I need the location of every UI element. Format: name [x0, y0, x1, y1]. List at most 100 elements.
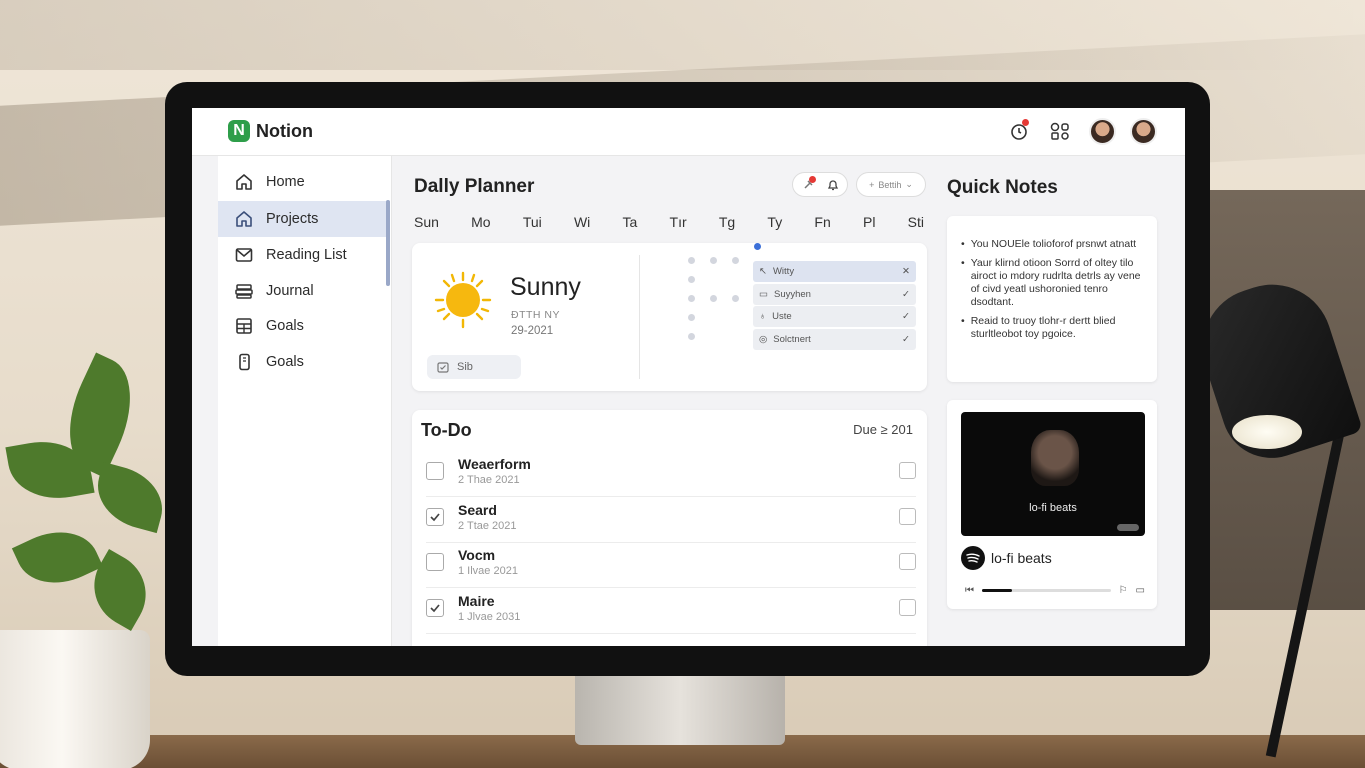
- row-checkbox[interactable]: [899, 462, 916, 479]
- bell-icon[interactable]: [826, 178, 840, 192]
- check-icon[interactable]: ✓: [902, 289, 910, 300]
- todo-date: 1 Jlvae 2031: [458, 610, 521, 623]
- note-text: Reaid to truoy tlohr-r dertt blied sturl…: [970, 315, 1116, 340]
- list-item[interactable]: ▭ Suyyhen ✓: [753, 283, 916, 305]
- checkbox[interactable]: [426, 507, 444, 526]
- progress-bar[interactable]: [982, 588, 1111, 592]
- sidebar-item-label: Goals: [266, 354, 304, 370]
- row-checkbox[interactable]: [899, 553, 916, 570]
- todo-row[interactable]: Seard 2 Ttae 2021: [426, 498, 916, 543]
- todo-date: 2 Thae 2021: [458, 474, 520, 486]
- filter-label: Bettih: [878, 179, 902, 190]
- row-checkbox[interactable]: [899, 598, 916, 616]
- notification-badge: [1022, 119, 1029, 126]
- user-avatar[interactable]: [1130, 117, 1157, 145]
- row-checkbox[interactable]: [899, 507, 916, 525]
- plant-leaf: [89, 461, 171, 534]
- day-label[interactable]: Mo: [471, 214, 490, 230]
- status-dot: [688, 257, 695, 264]
- status-dot: [688, 276, 695, 283]
- check-icon: [430, 603, 440, 612]
- list-item[interactable]: ♁ Uste ✓: [753, 306, 916, 327]
- sidebar-item-label: Home: [266, 174, 305, 190]
- list-item[interactable]: ◎ Solctnert ✓: [753, 328, 916, 350]
- list-item-label: Suyyhen: [773, 288, 811, 300]
- flag-icon[interactable]: ⚐: [1119, 585, 1128, 596]
- spotify-icon[interactable]: [961, 546, 985, 570]
- sidebar-item-goals-2[interactable]: Goals: [218, 344, 390, 380]
- day-label[interactable]: Ty: [767, 214, 782, 230]
- day-label[interactable]: Tır: [670, 214, 687, 230]
- table-icon: [236, 318, 252, 334]
- plus-icon: +: [869, 179, 875, 190]
- day-label[interactable]: Pl: [863, 214, 875, 230]
- sidebar-item-journal[interactable]: Journal: [218, 273, 390, 309]
- user-avatar[interactable]: [1089, 117, 1116, 145]
- check-icon[interactable]: ✓: [902, 311, 910, 322]
- day-label[interactable]: Tui: [523, 214, 542, 230]
- note-item[interactable]: • You NOUEle tolioforof prsnwt atnatt: [961, 238, 1143, 251]
- list-item-label: Witty: [772, 266, 795, 277]
- timer-icon[interactable]: [1005, 117, 1033, 145]
- video-caption: lo-fi beats: [1029, 502, 1077, 514]
- music-meta: lo-fi beats: [961, 546, 1052, 570]
- video-person: [1031, 430, 1079, 486]
- todo-due-filter[interactable]: Due ≥ 201: [853, 422, 913, 437]
- top-icons: [1005, 117, 1157, 145]
- checkbox[interactable]: [426, 598, 444, 617]
- day-label[interactable]: Tg: [719, 214, 735, 230]
- note-text: Yaur klirnd otioon Sorrd of oltey tilo a…: [970, 257, 1141, 308]
- todo-row[interactable]: Weaerform 2 Thae 2021: [426, 452, 916, 497]
- note-item[interactable]: • Reaid to truoy tlohr-r dertt blied stur…: [961, 315, 1143, 341]
- alert-badge: [809, 176, 816, 183]
- stack-icon: [235, 284, 253, 299]
- filter-dropdown[interactable]: + Bettih ⌄: [856, 172, 926, 197]
- phone-icon: [239, 353, 250, 371]
- progress-fill: [982, 588, 1012, 592]
- chevron-down-icon: ⌄: [905, 179, 913, 189]
- status-dot: [688, 314, 695, 321]
- day-label[interactable]: Ta: [623, 214, 638, 230]
- day-label[interactable]: Wi: [574, 214, 590, 230]
- window-icon[interactable]: ▭: [1136, 585, 1145, 596]
- weather-chip[interactable]: Sib: [427, 355, 521, 379]
- day-label[interactable]: Fn: [814, 214, 830, 230]
- todo-row[interactable]: Maire 1 Jlvae 2031: [426, 589, 916, 634]
- day-label[interactable]: Sun: [414, 214, 439, 230]
- skip-icon[interactable]: ⏮: [965, 585, 974, 596]
- checkbox[interactable]: [426, 553, 444, 571]
- status-dot: [732, 295, 739, 302]
- weather-condition: Sunny: [510, 273, 581, 301]
- status-dot: [688, 333, 695, 340]
- sidebar-scrollbar[interactable]: [386, 200, 390, 286]
- app-name: Notion: [256, 120, 313, 141]
- todo-row[interactable]: Vocm 1 Ilvae 2021: [426, 543, 916, 588]
- sidebar-item-label: Journal: [266, 283, 314, 299]
- video-thumbnail[interactable]: lo-fi beats: [961, 412, 1145, 536]
- home-icon: [236, 174, 252, 190]
- circle-icon: ◎: [759, 333, 768, 345]
- sidebar-item-goals[interactable]: Goals: [218, 308, 390, 344]
- mic-icon: ♁: [759, 311, 767, 322]
- track-title: lo-fi beats: [991, 550, 1052, 566]
- brand[interactable]: N Notion: [228, 120, 313, 142]
- todo-date: 2 Ttae 2021: [458, 519, 517, 532]
- day-label[interactable]: Sti: [908, 214, 924, 230]
- apps-icon[interactable]: [1047, 117, 1075, 145]
- sidebar-item-reading-list[interactable]: Reading List: [218, 237, 390, 273]
- music-card: lo-fi beats lo-fi beats ⏮ ⚐ ▭: [947, 400, 1157, 609]
- sun-icon: [434, 271, 492, 329]
- sidebar: Home Projects Reading List Journal Goals…: [218, 156, 392, 646]
- checkbox[interactable]: [426, 462, 444, 480]
- divider: [639, 255, 640, 379]
- todo-card: To-Do Due ≥ 201 Weaerform 2 Thae 2021 Sear…: [412, 410, 927, 646]
- list-item-label: Uste: [772, 311, 792, 322]
- note-item[interactable]: • Yaur klirnd otioon Sorrd of oltey tilo …: [961, 257, 1143, 309]
- check-icon[interactable]: ✓: [902, 334, 910, 345]
- close-icon[interactable]: ✕: [902, 266, 910, 277]
- todo-name: Weaerform: [458, 456, 531, 472]
- list-item[interactable]: ↖ Witty ✕: [753, 261, 916, 282]
- sidebar-item-projects[interactable]: Projects: [218, 201, 390, 237]
- status-dot-active: [754, 243, 761, 250]
- sidebar-item-home[interactable]: Home: [218, 164, 390, 200]
